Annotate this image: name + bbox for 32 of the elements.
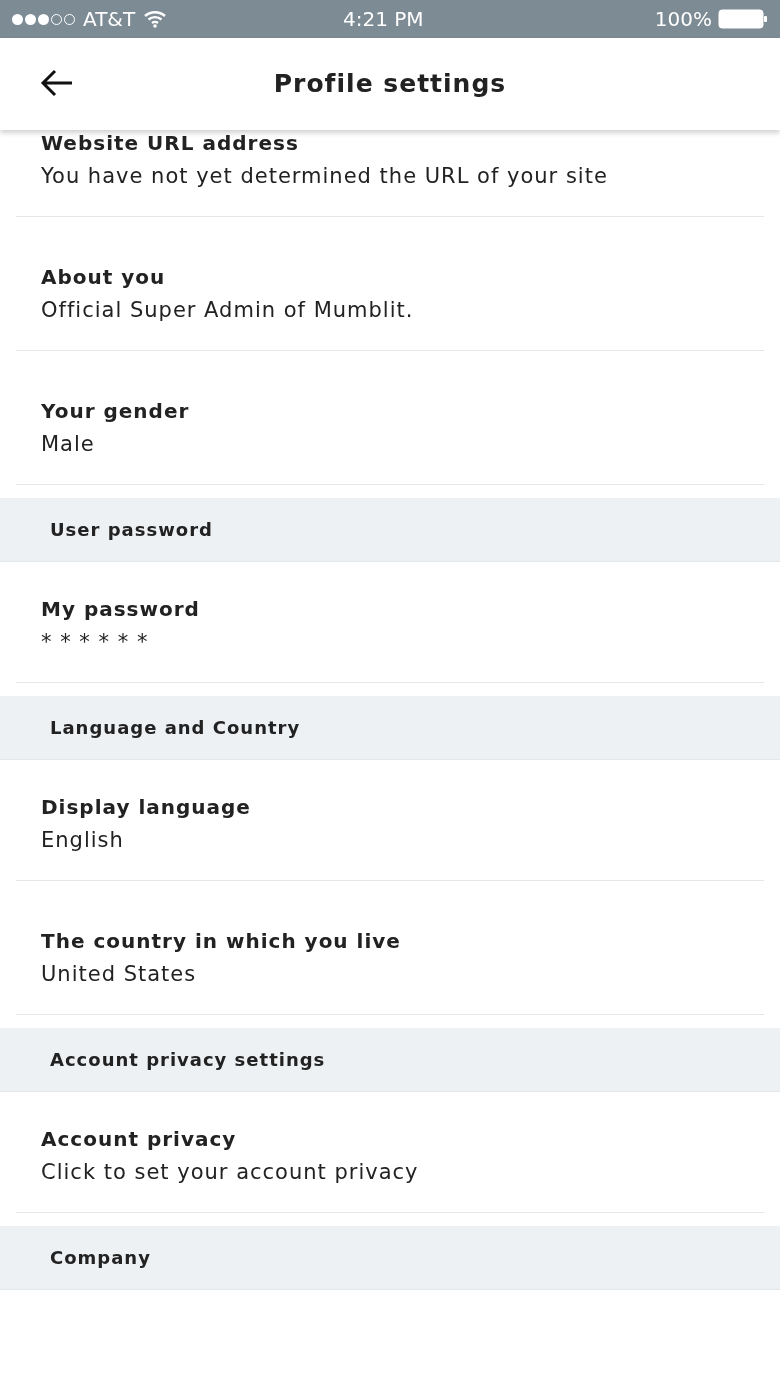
settings-row[interactable]: Website URL address You have not yet determined the URL of your site [16,130,764,217]
clock-time: 4:21 PM [343,6,424,33]
setting-label: My password [41,596,201,622]
setting-value: You have not yet determined the URL of your site [41,163,609,189]
setting-label: Display language [41,794,252,820]
settings-row[interactable]: Display language English [16,760,764,881]
setting-label: Your gender [41,398,191,424]
section-header: Language and Country [50,716,301,740]
section-header: Company [50,1246,151,1270]
back-arrow-icon[interactable] [40,68,74,98]
battery-percent: 100% [654,6,712,33]
settings-row[interactable]: Your gender Male [16,351,764,485]
settings-row[interactable]: The country in which you live United States [16,881,764,1015]
page-title: Profile settings [273,68,507,101]
setting-value: Male [41,431,96,457]
setting-label: Account privacy [41,1126,238,1152]
section-header: Account privacy settings [50,1048,326,1072]
setting-value: Click to set your account privacy [41,1159,420,1185]
setting-value: United States [41,961,198,987]
settings-row[interactable]: My password * * * * * * [16,562,764,683]
battery-icon [718,9,768,29]
carrier-name: AT&T [83,6,136,33]
wifi-icon [143,10,168,28]
setting-label: About you [41,264,167,290]
setting-value: English [41,827,125,853]
setting-value: Official Super Admin of Mumblit. [41,297,415,323]
section-header: User password [50,518,213,542]
setting-value: * * * * * * [41,629,150,655]
settings-row[interactable]: Account privacy Click to set your account privacy [16,1092,764,1213]
setting-label: Website URL address [41,130,300,156]
settings-row[interactable]: About you Official Super Admin of Mumblit. [16,217,764,351]
setting-label: The country in which you live [41,928,402,954]
